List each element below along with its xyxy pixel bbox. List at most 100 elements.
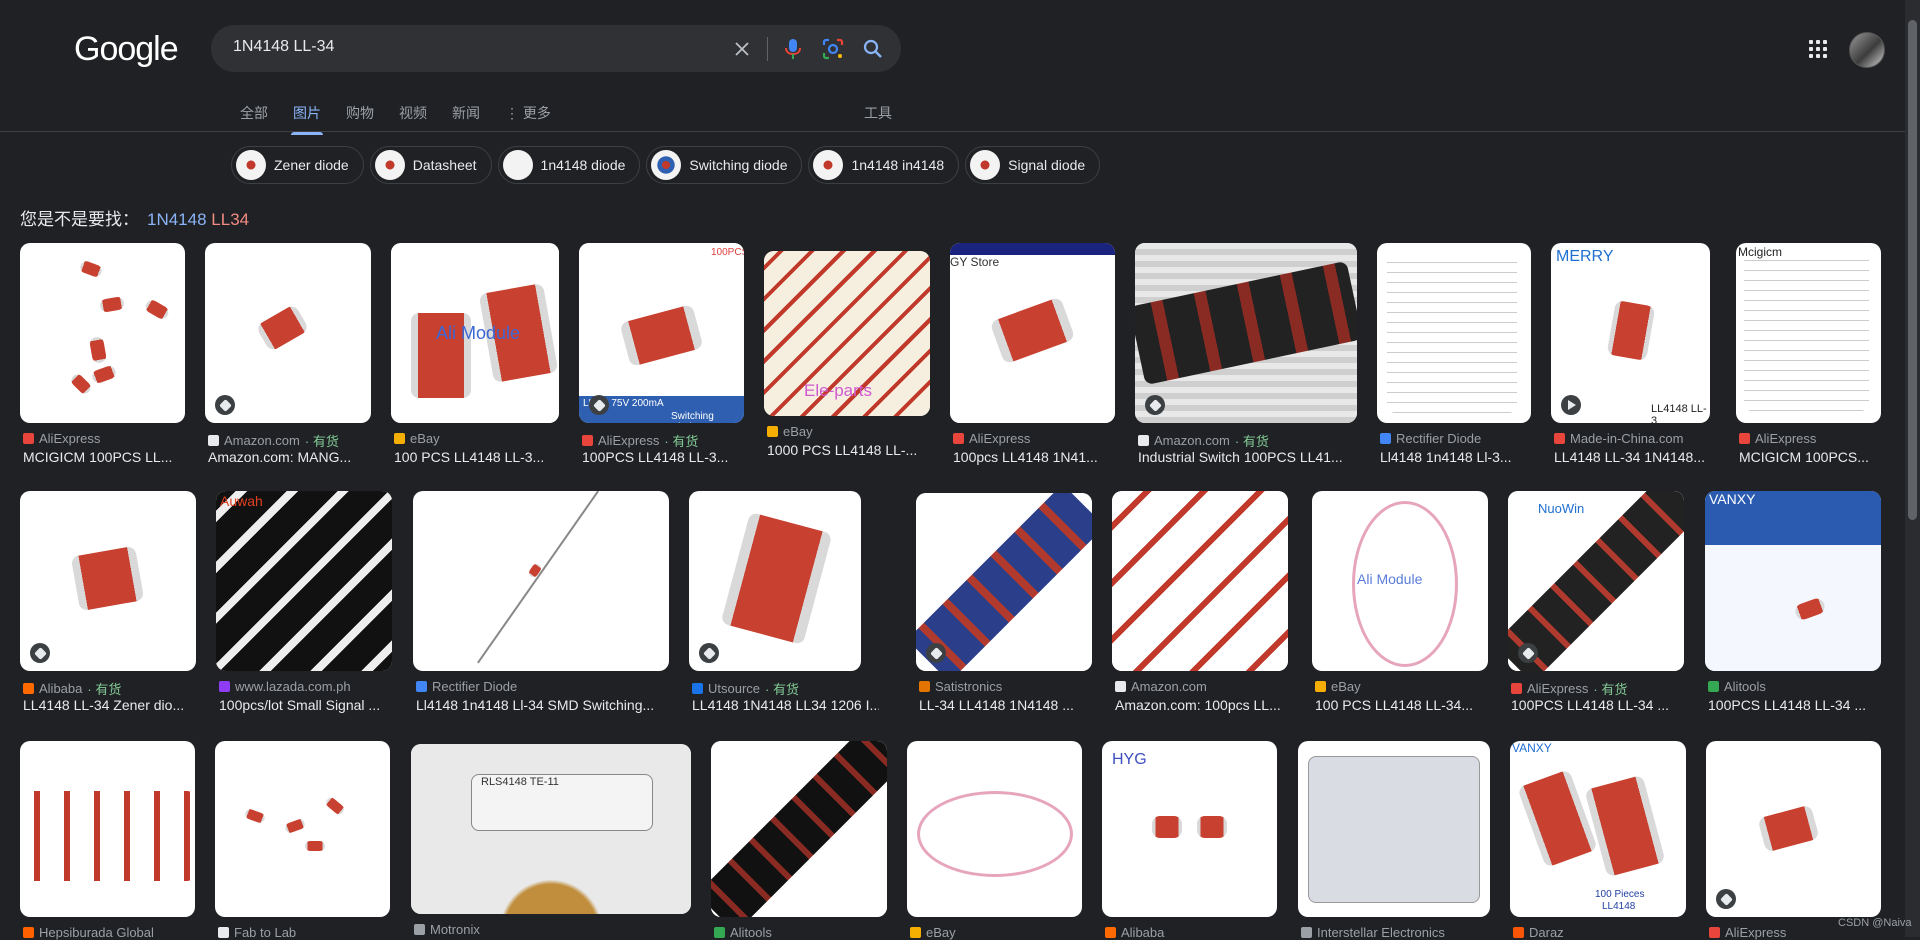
result-source[interactable]: AliExpress · 有货 [1511, 679, 1627, 698]
google-logo[interactable]: Google [74, 30, 179, 69]
result-title[interactable]: LL-34 LL4148 1N4148 ... [919, 697, 1074, 713]
result-source[interactable]: AliExpress [953, 431, 1030, 446]
result-thumbnail[interactable]: Mcigicm [1736, 243, 1881, 423]
chip-1n4148-diode[interactable]: 1n4148 diode [497, 146, 641, 184]
did-you-mean-link[interactable]: 1N4148 LL34 [147, 210, 249, 229]
result-title[interactable]: 100PCS LL4148 LL-3... [582, 449, 728, 465]
source-favicon-icon [1380, 433, 1391, 444]
search-input[interactable]: 1N4148 LL-34 [233, 38, 334, 56]
result-title[interactable]: MCIGICM 100PCS... [1739, 449, 1869, 465]
search-box[interactable]: 1N4148 LL-34 [211, 25, 901, 72]
result-source[interactable]: Alibaba · 有货 [23, 679, 121, 698]
result-thumbnail[interactable] [20, 243, 185, 423]
result-thumbnail[interactable]: HYG [1102, 741, 1277, 917]
source-favicon-icon [1315, 681, 1326, 692]
result-thumbnail[interactable] [711, 741, 887, 917]
result-thumbnail[interactable]: 100PCSLL-34 75V 200mASwitching Diodes [579, 243, 744, 423]
result-thumbnail[interactable] [205, 243, 371, 423]
lens-icon[interactable] [821, 37, 845, 61]
result-thumbnail[interactable] [916, 493, 1092, 671]
result-source[interactable]: AliExpress [1739, 431, 1816, 446]
result-source[interactable]: eBay [767, 424, 813, 439]
result-source[interactable]: eBay [910, 925, 956, 940]
result-thumbnail[interactable] [1377, 243, 1531, 423]
result-title[interactable]: LL4148 1N4148 LL34 1206 I... [692, 697, 879, 713]
result-source[interactable]: Utsource · 有货 [692, 679, 799, 698]
result-source[interactable]: Motronix [414, 922, 480, 937]
result-source[interactable]: Amazon.com [1115, 679, 1207, 694]
result-thumbnail[interactable]: Ali Module [391, 243, 559, 423]
result-source[interactable]: Made-in-China.com [1554, 431, 1683, 446]
diode-image [1705, 491, 1881, 671]
result-source[interactable]: www.lazada.com.ph [219, 679, 351, 694]
result-thumbnail[interactable] [20, 741, 195, 917]
scrollbar-thumb[interactable] [1908, 20, 1917, 520]
result-title[interactable]: 100 PCS LL4148 LL-34... [1315, 697, 1473, 713]
result-source[interactable]: Rectifier Diode [416, 679, 517, 694]
result-source[interactable]: Alitools [714, 925, 772, 940]
result-thumbnail[interactable]: GY Store [950, 243, 1115, 423]
result-source[interactable]: Daraz [1513, 925, 1564, 940]
chip-datasheet[interactable]: Datasheet [369, 146, 492, 184]
result-title[interactable]: Ll4148 1n4148 Ll-3... [1380, 449, 1512, 465]
result-thumbnail[interactable] [907, 741, 1082, 917]
result-source[interactable]: AliExpress · 有货 [582, 431, 698, 450]
result-source[interactable]: Rectifier Diode [1380, 431, 1481, 446]
result-thumbnail[interactable]: VANXY 100 Pieces LL4148 [1510, 741, 1686, 917]
result-title[interactable]: 1000 PCS LL4148 LL-... [767, 442, 917, 458]
source-favicon-icon [1708, 681, 1719, 692]
source-favicon-icon [1301, 927, 1312, 938]
result-title[interactable]: LL4148 LL-34 1N4148... [1554, 449, 1705, 465]
source-name: Utsource [708, 681, 761, 696]
apps-grid-icon[interactable] [1809, 40, 1827, 58]
clear-icon[interactable] [730, 37, 754, 61]
result-title[interactable]: 100 PCS LL4148 LL-3... [394, 449, 544, 465]
result-thumbnail[interactable] [1112, 491, 1288, 671]
result-thumbnail[interactable]: Ele-parts [764, 251, 930, 416]
result-source[interactable]: Satistronics [919, 679, 1002, 694]
result-thumbnail[interactable] [20, 491, 196, 671]
result-thumbnail[interactable] [413, 491, 669, 671]
image-watermark: 100 Pieces [1595, 889, 1645, 900]
chip-signal-diode[interactable]: Signal diode [965, 146, 1101, 184]
result-source[interactable]: Alitools [1708, 679, 1766, 694]
account-avatar[interactable] [1849, 32, 1885, 68]
chip-zener-diode[interactable]: Zener diode [231, 146, 364, 184]
result-thumbnail[interactable]: Auwah [216, 491, 392, 671]
result-thumbnail[interactable] [689, 491, 861, 671]
result-title[interactable]: 100pcs/lot Small Signal ... [219, 697, 380, 713]
result-title[interactable]: Amazon.com: 100pcs LL... [1115, 697, 1281, 713]
result-source[interactable]: Fab to Lab [218, 925, 296, 940]
result-thumbnail[interactable]: MERRY LL4148 LL-3 [1551, 243, 1710, 423]
result-thumbnail[interactable]: NuoWin [1508, 491, 1684, 671]
result-title[interactable]: MCIGICM 100PCS LL... [23, 449, 172, 465]
result-title[interactable]: Industrial Switch 100PCS LL41... [1138, 449, 1343, 465]
result-thumbnail[interactable] [215, 741, 390, 917]
result-source[interactable]: Hepsiburada Global [23, 925, 154, 940]
result-source[interactable]: Amazon.com · 有货 [208, 431, 339, 450]
result-thumbnail[interactable] [1135, 243, 1357, 423]
search-icon[interactable] [861, 37, 885, 61]
result-thumbnail[interactable] [1706, 741, 1881, 917]
result-thumbnail[interactable] [1298, 741, 1490, 917]
result-title[interactable]: 100pcs LL4148 1N41... [953, 449, 1098, 465]
chip-1n4148-in4148[interactable]: 1n4148 in4148 [808, 146, 960, 184]
result-title[interactable]: LL4148 LL-34 Zener dio... [23, 697, 184, 713]
result-source[interactable]: Interstellar Electronics [1301, 925, 1445, 940]
result-source[interactable]: eBay [394, 431, 440, 446]
tools-button[interactable]: 工具 [864, 103, 892, 123]
result-title[interactable]: 100PCS LL4148 LL-34 ... [1511, 697, 1669, 713]
result-title[interactable]: 100PCS LL4148 LL-34 ... [1708, 697, 1866, 713]
result-source[interactable]: AliExpress [23, 431, 100, 446]
result-title[interactable]: Amazon.com: MANG... [208, 449, 351, 465]
chip-switching-diode[interactable]: Switching diode [646, 146, 803, 184]
result-title[interactable]: Ll4148 1n4148 Ll-34 SMD Switching... [416, 697, 654, 713]
result-source[interactable]: eBay [1315, 679, 1361, 694]
result-source[interactable]: AliExpress [1709, 925, 1786, 940]
microphone-icon[interactable] [781, 37, 805, 61]
result-thumbnail[interactable]: RLS4148 TE-11 [411, 744, 691, 914]
result-source[interactable]: Alibaba [1105, 925, 1164, 940]
result-thumbnail[interactable]: VANXY [1705, 491, 1881, 671]
result-thumbnail[interactable]: Ali Module [1312, 491, 1488, 671]
result-source[interactable]: Amazon.com · 有货 [1138, 431, 1269, 450]
